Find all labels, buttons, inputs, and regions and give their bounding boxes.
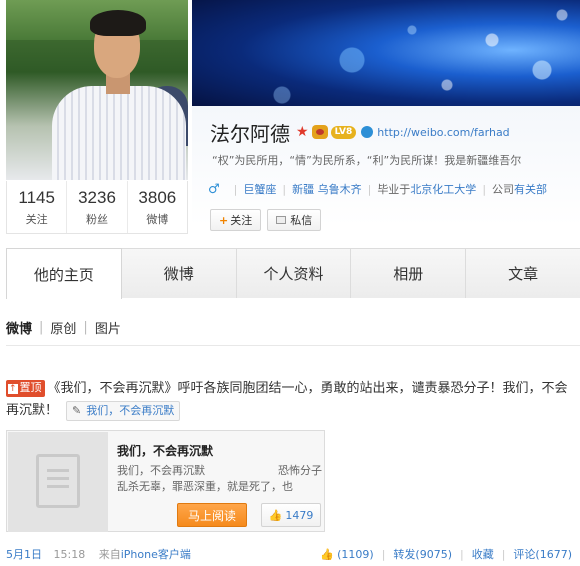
profile-bio: “权”为民所用，“情”为民所系，“利”为民所谋！我是新疆维吾尔 <box>212 154 522 167</box>
post-footer: 5月1日 15:18 来自iPhone客户端 👍 (1109) | 转发(9075… <box>6 546 580 566</box>
message-label: 私信 <box>290 214 313 227</box>
profile-actions: + 关注 私信 <box>210 209 322 231</box>
like-count: (1109) <box>337 547 374 561</box>
article-card[interactable]: 我们，不会再沉默 我们，不会再沉默 恐怖分子 乱杀无辜，罪恶深重，就是死了，也 马… <box>6 430 325 532</box>
article-summary: 我们，不会再沉默 恐怖分子 乱杀无辜，罪恶深重，就是死了，也 <box>117 463 322 495</box>
message-icon <box>276 216 287 224</box>
filter-all[interactable]: 微博 <box>6 318 32 337</box>
stat-weibo-count: 3806 <box>138 188 177 207</box>
link-icon <box>361 126 374 138</box>
summary-line2: 乱杀无辜，罪恶深重，就是死了，也 <box>117 480 293 493</box>
stat-following[interactable]: 1145 关注 <box>7 181 68 233</box>
action-divider: | <box>501 547 506 561</box>
meta-divider: | <box>482 182 487 196</box>
source-prefix: 来自 <box>98 548 121 561</box>
profile-header: 法尔阿德 ★ LV8 http://weibo.com/farhad <box>210 120 510 146</box>
summary-line1: 我们，不会再沉默 <box>117 464 205 477</box>
divider <box>6 345 580 346</box>
tab-album[interactable]: 相册 <box>350 248 467 298</box>
like-icon: 👍 <box>320 547 335 561</box>
plus-icon: + <box>219 213 229 227</box>
stat-weibo[interactable]: 3806 微博 <box>128 181 187 233</box>
location-link[interactable]: 新疆 乌鲁木齐 <box>292 181 362 197</box>
school-prefix: 毕业于 <box>377 183 411 196</box>
company-prefix: 公司 <box>492 183 515 196</box>
stat-weibo-label: 微博 <box>146 213 169 226</box>
school-link[interactable]: 北京化工大学 <box>410 181 476 197</box>
summary-line1-right: 恐怖分子 <box>278 464 322 477</box>
profile-meta: ♂ | 巨蟹座 | 新疆 乌鲁木齐 | 毕业于 北京化工大学 | 公司 有关部 <box>208 180 580 198</box>
filter-original[interactable]: 原创 <box>50 318 76 337</box>
action-divider: | <box>459 547 464 561</box>
article-title[interactable]: 我们，不会再沉默 <box>117 442 213 459</box>
action-divider: | <box>381 547 386 561</box>
star-icon[interactable]: ★ <box>296 124 309 140</box>
document-icon <box>36 454 80 508</box>
filter-divider: | <box>39 320 44 335</box>
topic-label: 我们，不会再沉默 <box>86 403 175 417</box>
topic-link[interactable]: ✎ 我们，不会再沉默 <box>66 400 181 421</box>
article-like-button[interactable]: 👍 1479 <box>261 503 321 527</box>
post-date[interactable]: 5月1日 <box>6 548 42 561</box>
pinned-badge: ↑ 置顶 <box>6 380 45 397</box>
tab-home[interactable]: 他的主页 <box>6 248 122 299</box>
filter-divider: | <box>83 320 88 335</box>
meta-divider: | <box>282 182 287 196</box>
stat-following-label: 关注 <box>25 213 48 226</box>
stat-fans-label: 粉丝 <box>85 213 108 226</box>
pin-icon: ↑ <box>8 384 18 394</box>
male-icon: ♂ <box>208 181 220 197</box>
favorite-action[interactable]: 收藏 <box>472 546 494 562</box>
pinned-label: 置顶 <box>19 381 42 394</box>
post-time: 15:18 <box>53 548 86 561</box>
source-link[interactable]: iPhone客户端 <box>121 548 191 561</box>
company-link[interactable]: 有关部 <box>514 181 547 197</box>
tab-profile[interactable]: 个人资料 <box>235 248 352 298</box>
stat-following-count: 1145 <box>18 188 55 207</box>
message-button[interactable]: 私信 <box>267 209 322 231</box>
follow-button[interactable]: + 关注 <box>210 209 262 231</box>
follow-label: 关注 <box>230 214 253 227</box>
read-now-button[interactable]: 马上阅读 <box>177 503 247 527</box>
filter-tabs: 微博 | 原创 | 图片 <box>6 318 121 337</box>
filter-pictures[interactable]: 图片 <box>95 318 121 337</box>
article-like-count: 1479 <box>285 508 314 522</box>
post-content: ↑ 置顶 《我们，不会再沉默》呼吁各族同胞团结一心，勇敢的站出来，谴责暴恐分子！我们… <box>6 378 572 422</box>
vip-icon[interactable] <box>311 125 328 139</box>
avatar[interactable] <box>6 0 188 180</box>
meta-divider: | <box>233 182 238 196</box>
profile-name: 法尔阿德 <box>210 121 290 146</box>
level-badge[interactable]: LV8 <box>330 125 357 139</box>
main-tabs: 他的主页 微博 个人资料 相册 文章 <box>6 248 580 299</box>
comment-action[interactable]: 评论(1677) <box>513 546 572 562</box>
profile-url[interactable]: http://weibo.com/farhad <box>377 126 509 139</box>
meta-divider: | <box>367 182 372 196</box>
stat-fans[interactable]: 3236 粉丝 <box>67 181 128 233</box>
like-action[interactable]: 👍 (1109) <box>320 548 373 561</box>
zodiac-link[interactable]: 巨蟹座 <box>243 181 276 197</box>
tab-articles[interactable]: 文章 <box>465 248 580 298</box>
repost-action[interactable]: 转发(9075) <box>393 546 452 562</box>
stat-fans-count: 3236 <box>78 188 116 207</box>
cover-banner <box>192 0 580 112</box>
stats-bar: 1145 关注 3236 粉丝 3806 微博 <box>6 181 188 234</box>
tag-icon: ✎ <box>72 403 82 417</box>
thumbs-up-icon: 👍 <box>268 508 283 522</box>
article-thumbnail[interactable] <box>8 432 108 532</box>
tab-weibo[interactable]: 微博 <box>120 248 237 298</box>
